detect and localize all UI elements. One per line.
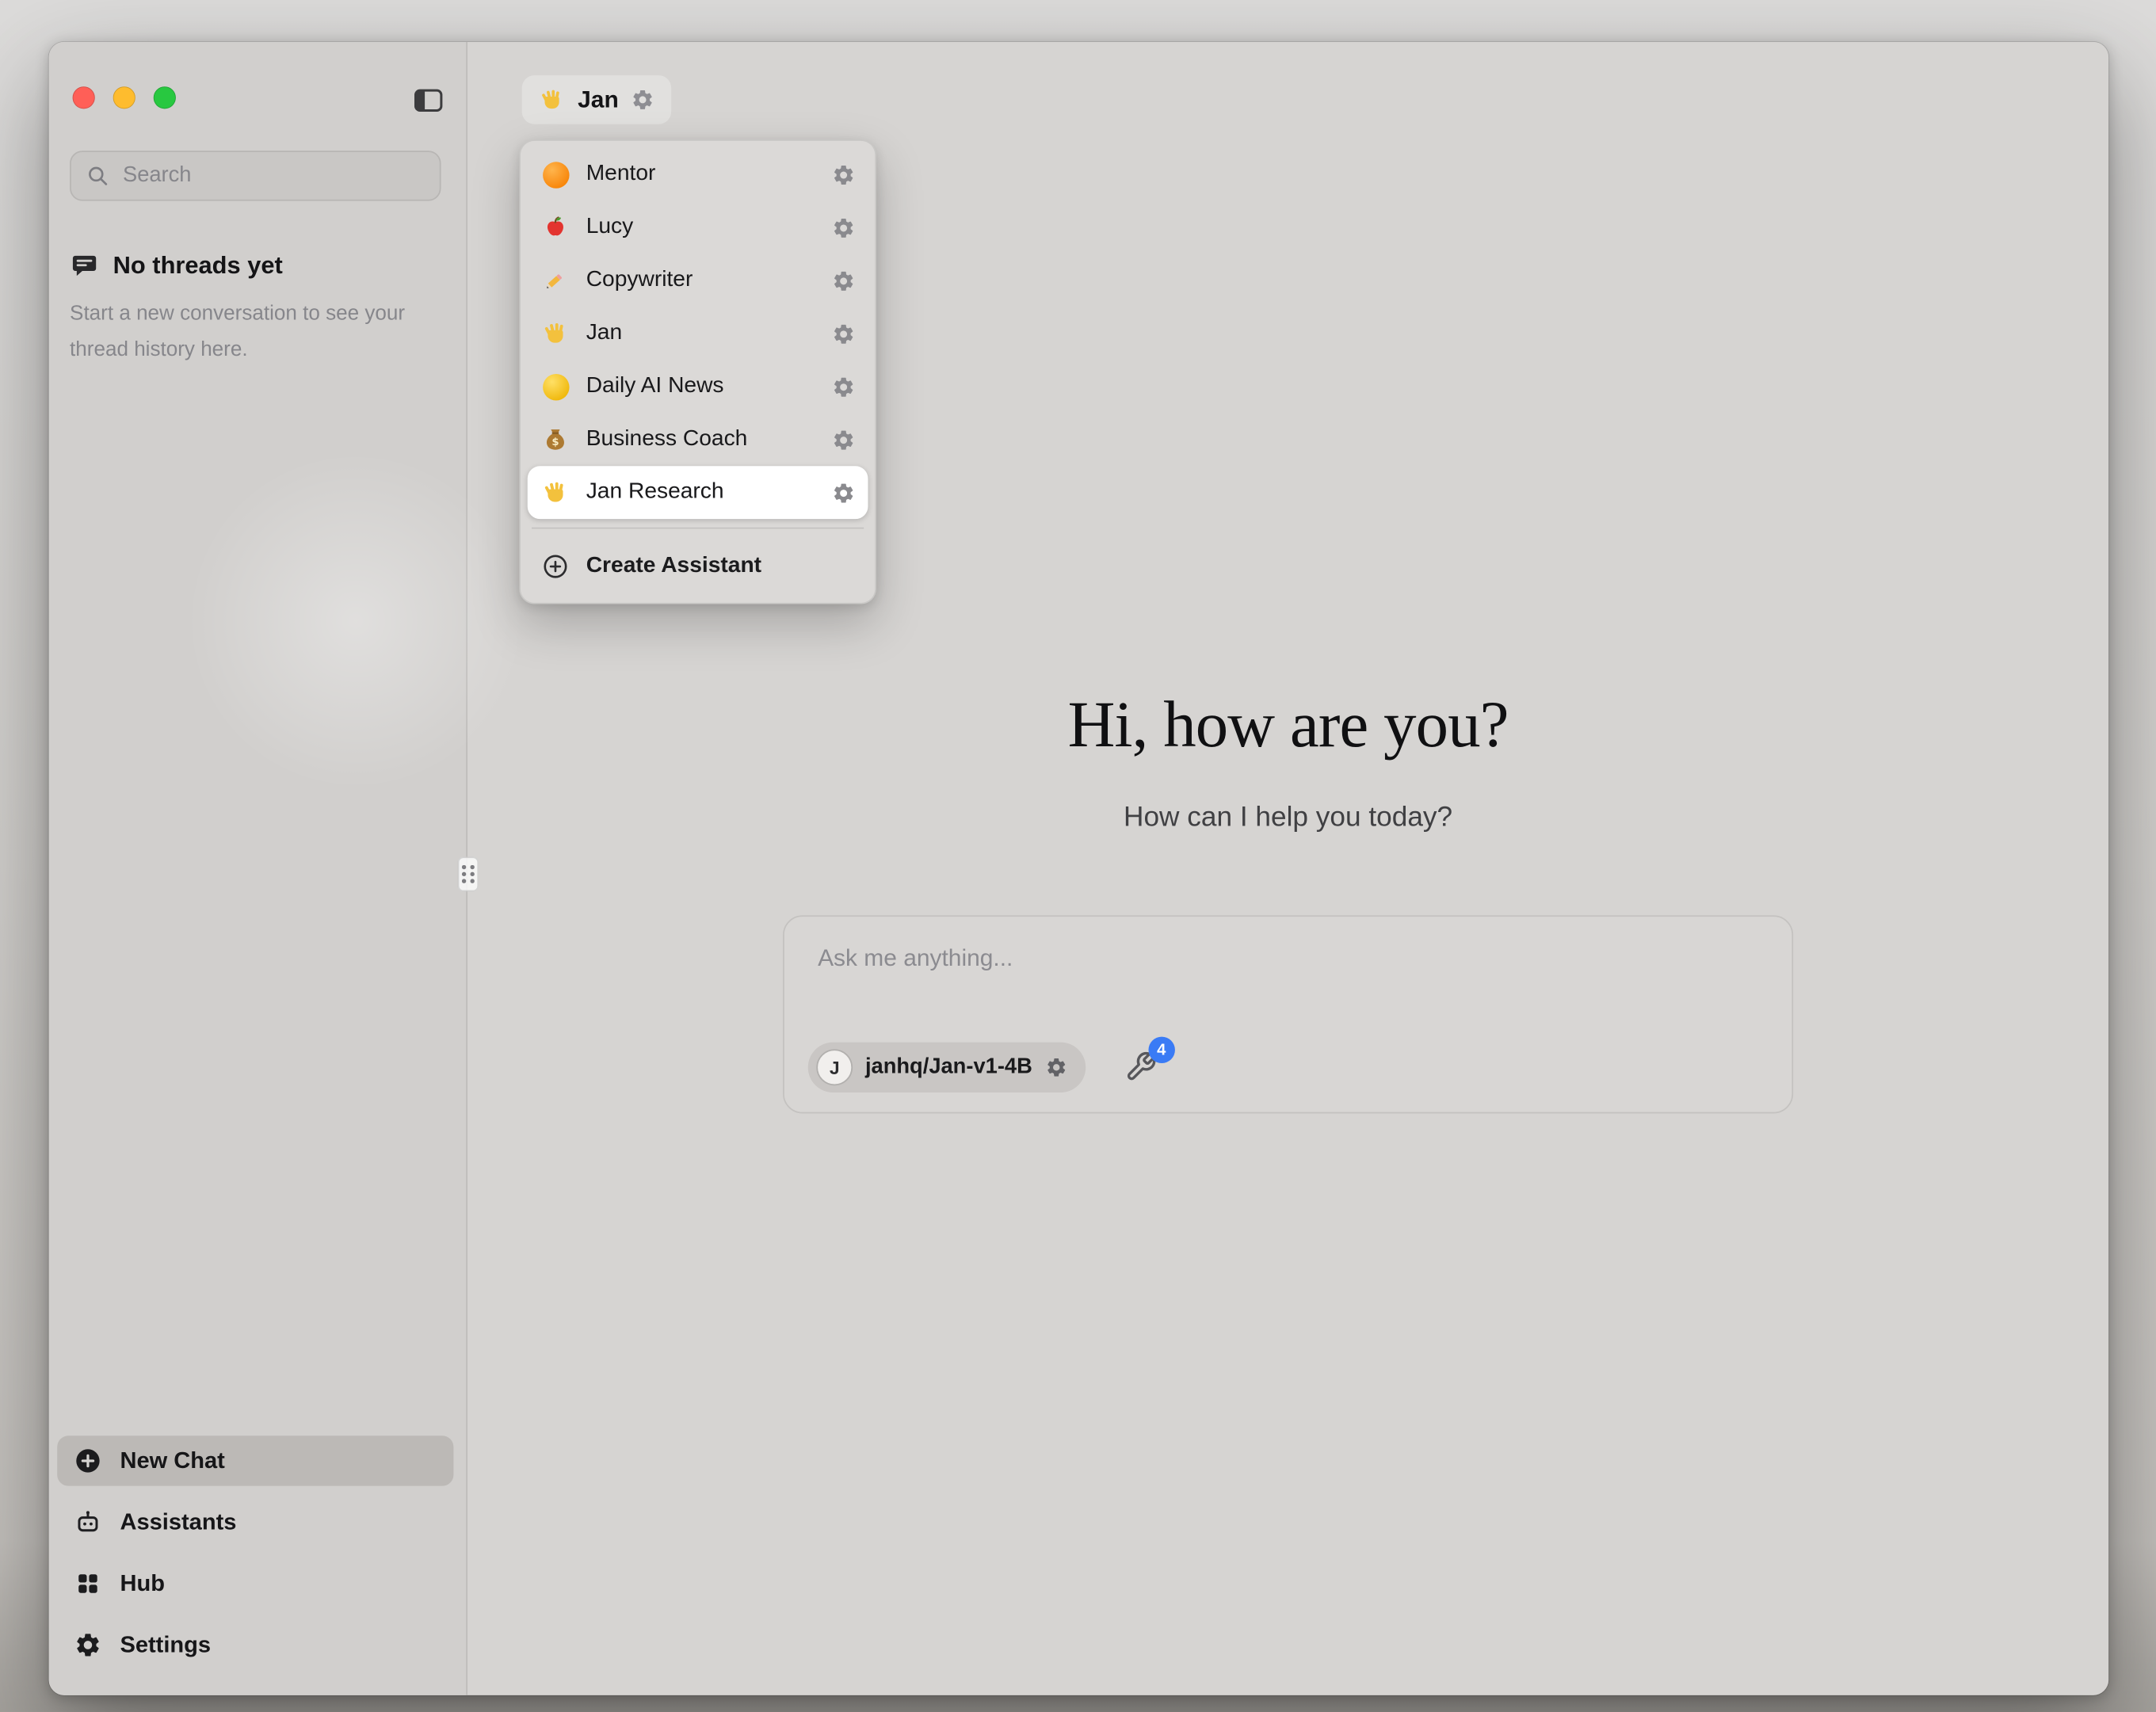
sidebar-item-label: New Chat	[120, 1447, 224, 1474]
grid-icon	[74, 1569, 101, 1597]
yellow-circle-icon	[542, 373, 568, 399]
model-avatar: J	[816, 1049, 853, 1085]
greeting-title: Hi, how are you?	[467, 688, 2108, 763]
wave-hand-icon	[541, 479, 569, 506]
money-bag-icon	[541, 425, 569, 453]
model-selector[interactable]: J janhq/Jan-v1-4B	[808, 1043, 1086, 1092]
gear-icon[interactable]	[632, 88, 655, 112]
gear-icon[interactable]	[832, 428, 856, 452]
menu-item-label: Jan Research	[586, 480, 724, 505]
chat-bubble-icon	[70, 251, 99, 280]
sidebar-item-label: Assistants	[120, 1509, 236, 1535]
menu-item-jan-research[interactable]: Jan Research	[528, 466, 868, 519]
app-window: No threads yet Start a new conversation …	[49, 42, 2109, 1695]
window-controls	[73, 86, 176, 109]
create-assistant-button[interactable]: Create Assistant	[528, 537, 868, 596]
pencil-icon	[541, 266, 569, 294]
apple-icon	[541, 213, 569, 241]
sidebar-item-new-chat[interactable]: New Chat	[57, 1436, 453, 1485]
search-field[interactable]	[70, 151, 441, 200]
search-icon	[85, 163, 110, 189]
menu-item-mentor[interactable]: Mentor	[528, 148, 868, 201]
gear-icon[interactable]	[832, 322, 856, 345]
sidebar-item-assistants[interactable]: Assistants	[57, 1497, 453, 1547]
sidebar-item-label: Hub	[120, 1570, 164, 1596]
sidebar-toggle-icon	[412, 84, 445, 117]
menu-item-jan[interactable]: Jan	[528, 307, 868, 360]
assistant-selector[interactable]: Jan	[522, 75, 672, 124]
menu-item-label: Daily AI News	[586, 374, 724, 399]
chat-input-card: J janhq/Jan-v1-4B 4	[783, 915, 1793, 1113]
robot-icon	[74, 1508, 101, 1536]
gear-icon[interactable]	[832, 481, 856, 505]
menu-item-business-coach[interactable]: Business Coach	[528, 413, 868, 466]
chat-input[interactable]	[784, 917, 1792, 1012]
plus-circle-icon	[541, 552, 569, 580]
sidebar-item-settings[interactable]: Settings	[57, 1620, 453, 1670]
tools-count-badge: 4	[1148, 1037, 1174, 1063]
greeting-subtitle: How can I help you today?	[467, 803, 2108, 835]
close-window-button[interactable]	[73, 86, 95, 109]
tools-button[interactable]: 4	[1124, 1050, 1158, 1084]
plus-circle-filled-icon	[74, 1447, 101, 1474]
menu-item-label: Business Coach	[586, 427, 748, 452]
menu-item-daily-ai-news[interactable]: Daily AI News	[528, 360, 868, 413]
search-input[interactable]	[123, 163, 425, 189]
minimize-window-button[interactable]	[113, 86, 135, 109]
main-area: Jan Mentor Lucy	[467, 42, 2108, 1695]
zoom-window-button[interactable]	[154, 86, 176, 109]
wave-hand-icon	[539, 86, 565, 112]
orange-circle-icon	[542, 161, 568, 187]
menu-item-label: Mentor	[586, 162, 656, 187]
sidebar: No threads yet Start a new conversation …	[49, 42, 467, 1695]
assistant-menu: Mentor Lucy Copywriter	[519, 139, 876, 604]
menu-item-label: Lucy	[586, 215, 634, 240]
gear-icon[interactable]	[832, 215, 856, 239]
composer-toolbar: J janhq/Jan-v1-4B 4	[808, 1043, 1158, 1092]
sidebar-resize-handle[interactable]	[458, 856, 479, 891]
gear-icon[interactable]	[832, 269, 856, 292]
empty-state: No threads yet Start a new conversation …	[70, 251, 449, 368]
model-name: janhq/Jan-v1-4B	[865, 1054, 1032, 1080]
menu-divider	[532, 528, 864, 529]
menu-item-label: Create Assistant	[586, 554, 761, 579]
sidebar-item-hub[interactable]: Hub	[57, 1558, 453, 1608]
menu-item-copywriter[interactable]: Copywriter	[528, 254, 868, 307]
sidebar-toggle-button[interactable]	[412, 82, 448, 119]
gear-icon	[74, 1631, 101, 1659]
current-assistant-name: Jan	[578, 86, 619, 113]
menu-item-label: Copywriter	[586, 268, 693, 293]
gear-icon[interactable]	[832, 162, 856, 186]
menu-item-label: Jan	[586, 321, 622, 346]
empty-state-title: No threads yet	[113, 251, 283, 280]
sidebar-item-label: Settings	[120, 1632, 211, 1658]
gear-icon[interactable]	[832, 375, 856, 398]
sidebar-nav: New Chat Assistants Hub Settings	[57, 1436, 453, 1670]
gear-icon[interactable]	[1045, 1056, 1067, 1078]
empty-state-description: Start a new conversation to see your thr…	[70, 296, 449, 368]
wave-hand-icon	[541, 319, 569, 347]
menu-item-lucy[interactable]: Lucy	[528, 201, 868, 254]
desktop-background: No threads yet Start a new conversation …	[0, 0, 2156, 1712]
